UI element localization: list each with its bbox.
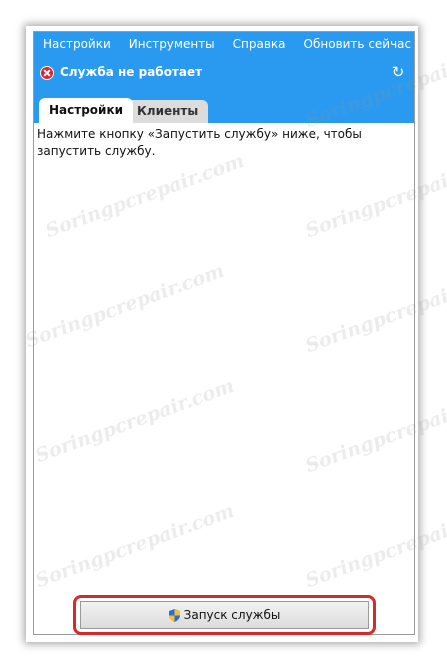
instruction-text: Нажмите кнопку «Запустить службу» ниже, … (37, 127, 362, 158)
tab-settings[interactable]: Настройки (39, 98, 134, 123)
menu-item-update-now[interactable]: Обновить сейчас (295, 32, 421, 56)
settings-panel: Нажмите кнопку «Запустить службу» ниже, … (34, 123, 414, 634)
uac-shield-icon (168, 608, 180, 622)
menu-item-help[interactable]: Справка (224, 32, 295, 56)
start-service-label: Запуск службы (183, 608, 281, 622)
refresh-icon[interactable]: ↻ (390, 64, 406, 80)
menu-item-settings[interactable]: Настройки (34, 32, 120, 56)
tab-clients[interactable]: Клиенты (127, 100, 209, 123)
menu-bar: Настройки Инструменты Справка Обновить с… (34, 32, 414, 56)
start-service-button[interactable]: Запуск службы (80, 601, 369, 629)
error-icon (40, 66, 54, 80)
status-bar: Служба не работает ↻ Клиенты Настройки (34, 56, 414, 123)
app-window: Настройки Инструменты Справка Обновить с… (33, 31, 415, 635)
menu-item-tools[interactable]: Инструменты (120, 32, 224, 56)
service-status-text: Служба не работает (60, 65, 203, 79)
